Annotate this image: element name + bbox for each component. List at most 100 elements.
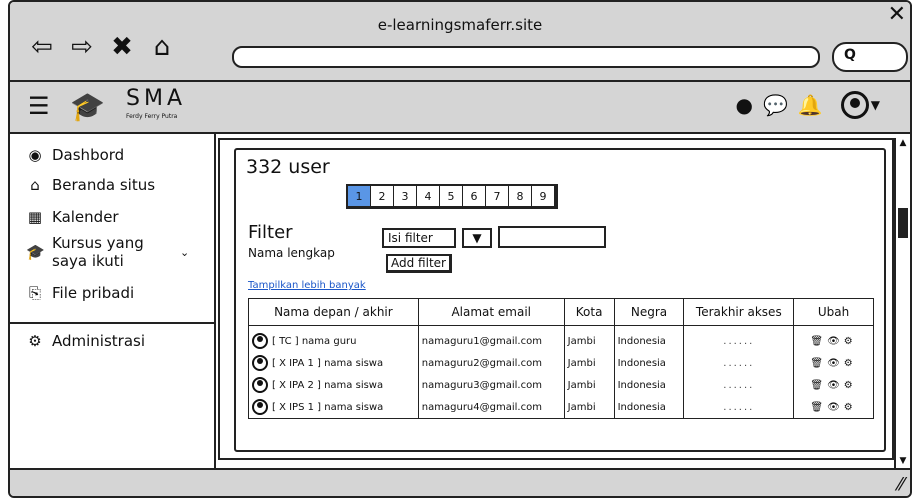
sidebar-item-label: Dashbord <box>52 146 125 164</box>
table-row: [ X IPS 1 ] nama siswa namaguru4@gmail.c… <box>248 396 874 419</box>
chevron-down-icon[interactable]: ▼ <box>462 228 492 248</box>
user-country: Indonesia <box>613 374 685 396</box>
sidebar-item-dashboard[interactable]: ◉ Dashbord <box>26 146 124 164</box>
user-menu[interactable]: ▼ <box>840 91 880 119</box>
show-more-link[interactable]: Tampilkan lebih banyak <box>248 280 366 291</box>
resize-grip-icon[interactable]: ⁄⁄ <box>898 474 904 495</box>
table-row: [ X IPA 2 ] nama siswa namaguru3@gmail.c… <box>248 374 874 396</box>
page-button[interactable]: 3 <box>394 186 417 206</box>
trash-icon[interactable]: 🗑 <box>810 358 827 369</box>
add-filter-button[interactable]: Add filter <box>386 254 452 273</box>
user-name[interactable]: [ TC ] nama guru <box>272 336 357 347</box>
chevron-down-icon: ▼ <box>870 98 880 112</box>
user-icon <box>252 377 268 393</box>
users-table: Nama depan / akhir Alamat email Kota Neg… <box>248 298 874 419</box>
table-row: [ TC ] nama guru namaguru1@gmail.com Jam… <box>248 325 874 352</box>
user-email: namaguru2@gmail.com <box>417 352 565 374</box>
sidebar-item-beranda[interactable]: ⌂ Beranda situs <box>26 176 155 194</box>
sidebar-item-file[interactable]: ⎘ File pribadi <box>26 284 134 302</box>
header-icons: ● 💬 🔔 ▼ <box>736 91 880 119</box>
scroll-thumb[interactable] <box>898 208 908 238</box>
trash-icon[interactable]: 🗑 <box>810 336 827 347</box>
main-content: 332 user 1 2 3 4 5 6 7 8 9 Filter Nama l… <box>218 138 894 460</box>
browser-search[interactable]: Q <box>832 42 908 72</box>
col-header-country[interactable]: Negra <box>613 298 685 326</box>
chevron-down-icon[interactable]: ⌄ <box>180 246 189 259</box>
eye-icon[interactable]: 👁 <box>827 402 844 413</box>
gear-icon[interactable]: ⚙ <box>844 402 857 413</box>
page-button[interactable]: 8 <box>509 186 532 206</box>
page-button[interactable]: 5 <box>440 186 463 206</box>
col-header-last-access[interactable]: Terakhir akses <box>683 298 795 326</box>
row-actions: 🗑👁⚙ <box>793 374 874 396</box>
filter-input[interactable] <box>498 226 606 248</box>
user-last-access: ...... <box>683 325 795 352</box>
search-icon: Q <box>844 47 856 63</box>
user-icon <box>252 355 268 371</box>
page-button[interactable]: 9 <box>532 186 554 206</box>
back-icon[interactable]: ⇦ <box>28 34 56 60</box>
close-icon[interactable]: ✖ <box>108 34 136 60</box>
home-icon[interactable]: ⌂ <box>148 34 176 60</box>
col-header-name[interactable]: Nama depan / akhir <box>248 298 419 326</box>
filter-field-label: Nama lengkap <box>248 246 335 260</box>
user-name[interactable]: [ X IPA 2 ] nama siswa <box>272 380 383 391</box>
logo-subtitle: Ferdy Ferry Putra <box>126 113 178 120</box>
user-name[interactable]: [ X IPS 1 ] nama siswa <box>272 402 383 413</box>
col-header-city[interactable]: Kota <box>563 298 615 326</box>
user-city: Jambi <box>563 374 615 396</box>
gear-icon[interactable]: ⚙ <box>844 336 857 347</box>
logo-text[interactable]: SMA <box>126 86 186 111</box>
gear-icon[interactable]: ⚙ <box>844 358 857 369</box>
user-icon <box>252 399 268 415</box>
window-close-icon[interactable]: ✕ <box>888 2 906 27</box>
trash-icon[interactable]: 🗑 <box>810 402 827 413</box>
user-count: 332 user <box>246 156 330 178</box>
chat-icon[interactable]: 💬 <box>763 93 788 117</box>
vertical-scrollbar[interactable]: ▲ ▼ <box>894 138 910 468</box>
app-header: ☰ 🎓 SMA Ferdy Ferry Putra ● 💬 🔔 ▼ <box>10 82 910 134</box>
user-email: namaguru1@gmail.com <box>417 325 565 352</box>
user-email: namaguru3@gmail.com <box>417 374 565 396</box>
browser-toolbar: e-learningsmaferr.site ⇦ ⇨ ✖ ⌂ Q ✕ <box>10 2 910 82</box>
user-last-access: ...... <box>683 374 795 396</box>
row-actions: 🗑👁⚙ <box>793 325 874 352</box>
scroll-down-icon[interactable]: ▼ <box>896 456 910 468</box>
dashboard-icon: ◉ <box>28 146 42 164</box>
sidebar-item-kalender[interactable]: ▦ Kalender <box>26 208 119 226</box>
page-button[interactable]: 6 <box>463 186 486 206</box>
col-header-edit: Ubah <box>793 298 874 326</box>
gear-icon[interactable]: ⚙ <box>844 380 857 391</box>
user-name[interactable]: [ X IPA 1 ] nama siswa <box>272 358 383 369</box>
page-button[interactable]: 7 <box>486 186 509 206</box>
status-bar: ⁄⁄ <box>10 468 910 496</box>
sidebar-item-administrasi[interactable]: ⚙ Administrasi <box>26 332 145 350</box>
browser-nav: ⇦ ⇨ ✖ ⌂ <box>28 34 176 60</box>
sidebar: ◉ Dashbord ⌂ Beranda situs ▦ Kalender 🎓 … <box>10 134 216 468</box>
eye-icon[interactable]: 👁 <box>827 380 844 391</box>
eye-icon[interactable]: 👁 <box>827 358 844 369</box>
page-button[interactable]: 4 <box>417 186 440 206</box>
trash-icon[interactable]: 🗑 <box>810 380 827 391</box>
sidebar-item-kursus[interactable]: 🎓 Kursus yang saya ikuti ⌄ <box>26 234 204 270</box>
user-country: Indonesia <box>613 325 685 352</box>
page-button[interactable]: 1 <box>348 186 371 206</box>
filter-select[interactable]: Isi filter <box>382 228 456 248</box>
eye-icon[interactable]: 👁 <box>827 336 844 347</box>
graduation-cap-logo-icon: 🎓 <box>70 90 105 123</box>
gear-icon: ⚙ <box>28 332 42 350</box>
forward-icon[interactable]: ⇨ <box>68 34 96 60</box>
col-header-email[interactable]: Alamat email <box>417 298 565 326</box>
sidebar-divider <box>10 322 214 324</box>
user-city: Jambi <box>563 325 615 352</box>
user-city: Jambi <box>563 352 615 374</box>
url-bar[interactable] <box>232 46 820 68</box>
user-icon <box>252 333 268 349</box>
scroll-up-icon[interactable]: ▲ <box>896 138 910 150</box>
table-row: [ X IPA 1 ] nama siswa namaguru2@gmail.c… <box>248 352 874 374</box>
bell-icon[interactable]: 🔔 <box>798 93 823 117</box>
page-button[interactable]: 2 <box>371 186 394 206</box>
menu-icon[interactable]: ☰ <box>28 92 50 120</box>
globe-icon[interactable]: ● <box>736 93 753 117</box>
home-icon: ⌂ <box>30 176 40 194</box>
